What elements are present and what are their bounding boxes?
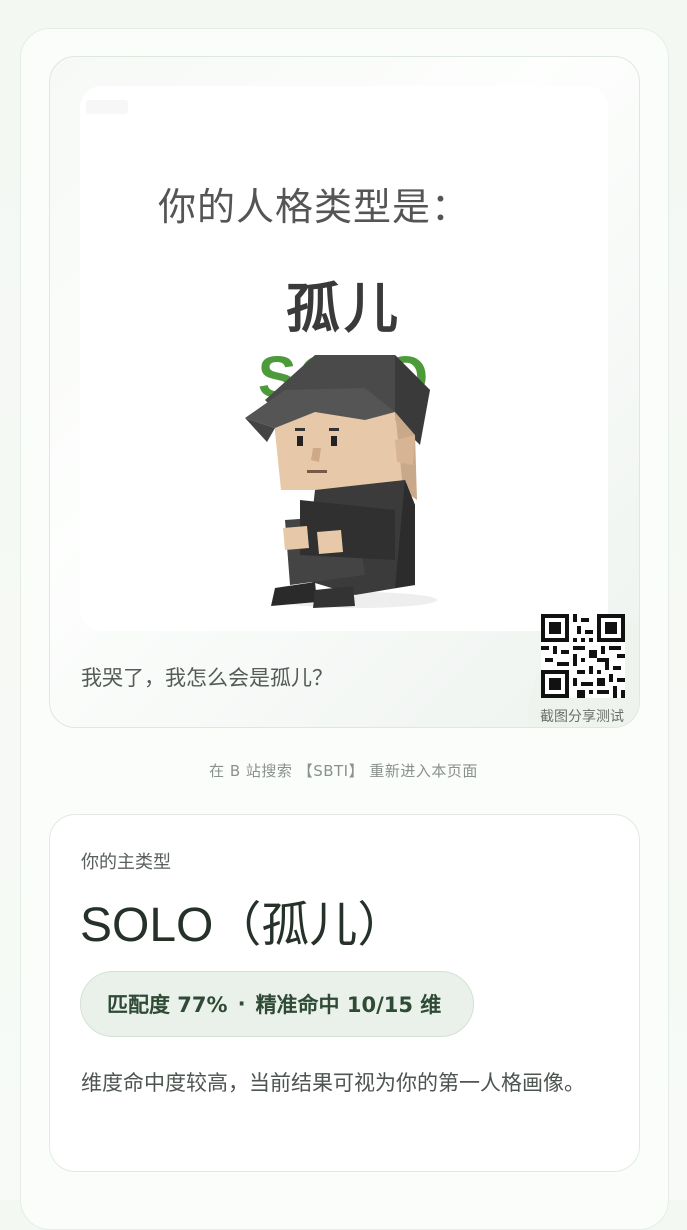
result-description: 维度命中度较高，当前结果可视为你的第一人格画像。 bbox=[81, 1071, 585, 1095]
match-badge: 匹配度 77% · 精准命中 10/15 维 bbox=[80, 971, 474, 1037]
precision-hits: 精准命中 10/15 维 bbox=[255, 993, 442, 1017]
poster-heading: 你的人格类型是： bbox=[158, 185, 471, 229]
poster-type-name-cn: 孤儿 bbox=[286, 277, 402, 340]
search-hint: 在 B 站搜索 【SBTI】 重新进入本页面 bbox=[209, 762, 478, 780]
share-caption: 我哭了，我怎么会是孤儿？ bbox=[81, 666, 333, 690]
sitting-character-illustration bbox=[245, 355, 437, 608]
qr-code-label: 截图分享测试 bbox=[540, 709, 624, 725]
main-type-label: 你的主类型 bbox=[81, 852, 171, 873]
badge-separator: · bbox=[237, 992, 246, 1016]
watermark-icon bbox=[86, 100, 128, 114]
match-rate: 匹配度 77% bbox=[107, 993, 228, 1017]
main-type-title: SOLO（孤儿） bbox=[80, 899, 406, 952]
qr-code-icon[interactable] bbox=[541, 614, 625, 698]
